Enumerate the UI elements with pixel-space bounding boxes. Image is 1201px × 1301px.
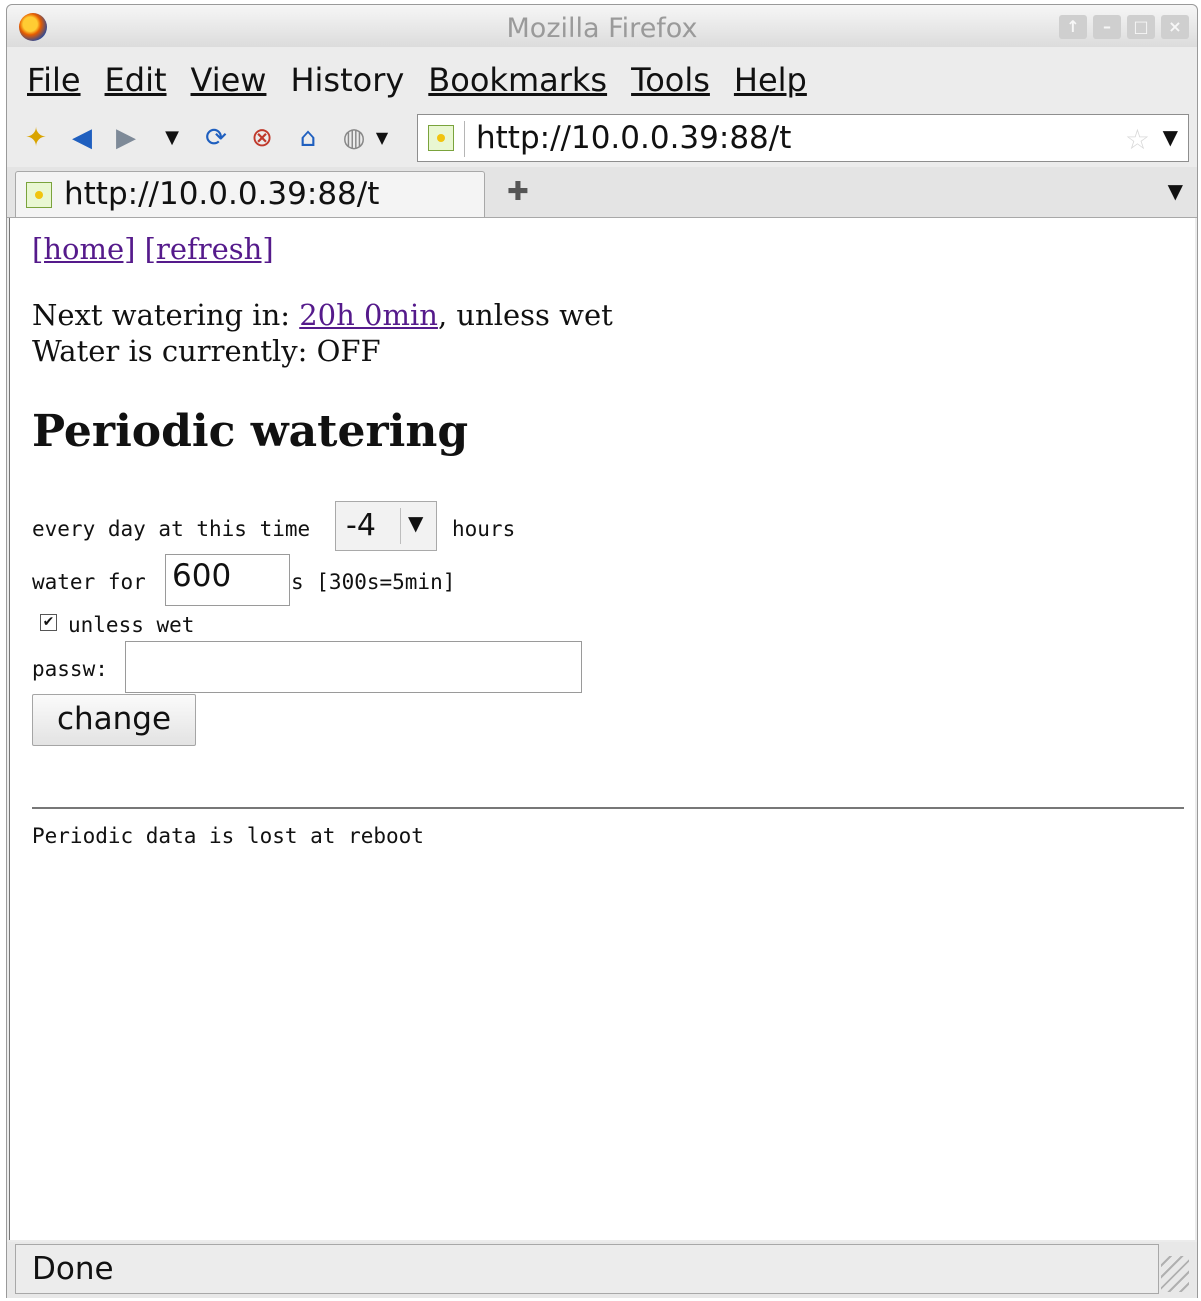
- duration-input[interactable]: 600: [165, 554, 290, 606]
- unless-wet-checkbox[interactable]: ✔: [40, 614, 57, 631]
- menu-edit[interactable]: Edit: [105, 61, 167, 99]
- menu-bookmarks[interactable]: Bookmarks: [428, 61, 607, 99]
- browser-window: Mozilla Firefox ↑ – □ × File Edit View H…: [6, 4, 1198, 1298]
- menu-view[interactable]: View: [191, 61, 267, 99]
- select-dropdown-icon[interactable]: ▼: [408, 511, 423, 535]
- window-controls: ↑ – □ ×: [1059, 15, 1189, 39]
- globe-dropdown-icon[interactable]: ▼: [369, 125, 395, 151]
- url-separator: [464, 121, 465, 157]
- duration-unit: s [300s=5min]: [291, 570, 456, 594]
- reload-icon[interactable]: ⟳: [203, 125, 229, 151]
- page-heading: Periodic watering: [32, 406, 469, 457]
- back-icon[interactable]: ◀: [69, 125, 95, 151]
- menu-bar: File Edit View History Bookmarks Tools H…: [7, 49, 1197, 111]
- menu-bookmarks-label: Bookmarks: [428, 61, 608, 99]
- resize-grip-icon[interactable]: [1161, 1256, 1189, 1292]
- water-status-line: Water is currently: OFF: [32, 334, 381, 368]
- menu-tools[interactable]: Tools: [631, 61, 710, 99]
- tab-label: http://10.0.0.39:88/t: [64, 176, 380, 212]
- next-watering-link[interactable]: 20h 0min: [299, 298, 438, 332]
- menu-tools-label: Tools: [631, 61, 710, 99]
- new-tab-icon[interactable]: ✚: [507, 177, 529, 207]
- tab-favicon-icon: [26, 182, 52, 208]
- globe-icon[interactable]: ◍: [341, 125, 367, 151]
- menu-edit-label: Edit: [104, 61, 167, 99]
- password-label: passw:: [32, 657, 108, 681]
- menu-view-label: View: [190, 61, 267, 99]
- divider: [32, 807, 1184, 809]
- url-dropdown-icon[interactable]: ▼: [1163, 125, 1178, 149]
- history-dropdown-icon[interactable]: ▼: [159, 125, 185, 151]
- site-favicon-icon: [428, 125, 454, 151]
- forward-icon[interactable]: ▶: [113, 125, 139, 151]
- next-watering-suffix: , unless wet: [437, 298, 613, 332]
- status-text: Done: [32, 1251, 114, 1287]
- next-watering-prefix: Next watering in:: [32, 298, 300, 332]
- menu-file-label: File: [27, 61, 81, 99]
- time-row-label: every day at this time: [32, 517, 310, 541]
- time-label: every day at this time: [32, 517, 311, 541]
- refresh-link[interactable]: [refresh]: [145, 232, 274, 266]
- tab-strip: http://10.0.0.39:88/t ✚ ▼: [7, 167, 1197, 218]
- home-icon[interactable]: ⌂: [295, 125, 321, 151]
- change-button[interactable]: change: [32, 694, 196, 746]
- title-bar: Mozilla Firefox ↑ – □ ×: [7, 5, 1197, 47]
- url-bar[interactable]: http://10.0.0.39:88/t ☆ ▼: [417, 114, 1189, 162]
- time-unit: hours: [452, 517, 516, 541]
- window-title: Mozilla Firefox: [506, 13, 698, 44]
- status-panel: Done: [15, 1244, 1159, 1294]
- footer-note: Periodic data is lost at reboot: [32, 824, 424, 848]
- menu-file[interactable]: File: [27, 61, 81, 99]
- time-offset-select[interactable]: -4 ▼: [335, 501, 437, 551]
- minimize-icon[interactable]: –: [1093, 15, 1121, 39]
- tab-active[interactable]: http://10.0.0.39:88/t: [15, 171, 485, 217]
- password-input[interactable]: [125, 641, 582, 693]
- navigation-toolbar: ✦ ◀ ▶ ▼ ⟳ ⊗ ⌂ ◍ ▼ http://10.0.0.39:88/t …: [7, 111, 1197, 167]
- duration-label: water for: [32, 570, 146, 594]
- bookmark-star-icon[interactable]: ✦: [23, 125, 49, 151]
- close-icon[interactable]: ×: [1161, 15, 1189, 39]
- home-link[interactable]: [home]: [32, 232, 135, 266]
- unless-wet-label: unless wet: [68, 613, 195, 637]
- menu-help[interactable]: Help: [734, 61, 807, 99]
- select-separator: [400, 508, 401, 544]
- shade-icon[interactable]: ↑: [1059, 15, 1087, 39]
- next-watering-line: Next watering in: 20h 0min, unless wet: [32, 298, 613, 332]
- bookmark-page-star-icon[interactable]: ☆: [1125, 123, 1150, 156]
- stop-icon[interactable]: ⊗: [249, 125, 275, 151]
- url-text[interactable]: http://10.0.0.39:88/t: [476, 120, 791, 156]
- menu-history[interactable]: History: [290, 61, 404, 99]
- menu-help-label: Help: [733, 61, 807, 99]
- maximize-icon[interactable]: □: [1127, 15, 1155, 39]
- time-offset-value: -4: [346, 508, 376, 543]
- page-content: [home] [refresh] Next watering in: 20h 0…: [9, 218, 1195, 1240]
- status-bar: Done: [7, 1242, 1197, 1298]
- nav-links: [home] [refresh]: [32, 232, 274, 266]
- tab-list-dropdown-icon[interactable]: ▼: [1168, 179, 1183, 203]
